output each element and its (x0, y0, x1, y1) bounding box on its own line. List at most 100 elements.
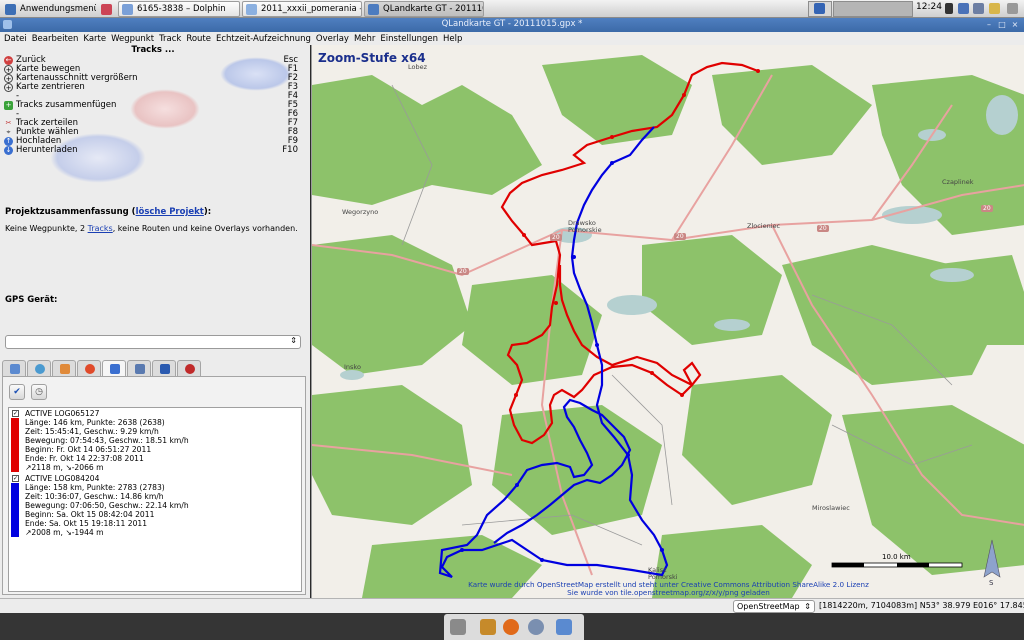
app-menu-label: Anwendungsmenü (20, 4, 96, 14)
tab-tracks[interactable] (102, 360, 126, 377)
project-text-start: Keine Wegpunkte, 2 (5, 224, 88, 233)
tab-live-log[interactable] (152, 360, 176, 376)
map-source-select[interactable]: OpenStreetMap ⇕ (733, 600, 815, 613)
menubar: Datei Bearbeiten Karte Wegpunkt Track Ro… (0, 32, 1024, 45)
close-button[interactable]: × (1010, 20, 1020, 30)
track-item[interactable]: ✓ ACTIVE LOG084204 Länge: 158 km, Punkte… (9, 474, 301, 538)
route-icon (135, 364, 145, 374)
search-icon[interactable] (528, 619, 544, 635)
upload-icon: ↑ (4, 137, 13, 146)
menu-bearbeiten[interactable]: Bearbeiten (32, 34, 79, 44)
center-map-icon: + (4, 83, 13, 92)
tab-routes[interactable] (127, 360, 151, 376)
map-view[interactable]: Zoom-Stufe x64 Lobez Wegorzyno Drawsko P… (311, 45, 1024, 598)
maximize-button[interactable]: □ (997, 20, 1007, 30)
cmd-download[interactable]: ↓ Herunterladen F10 (4, 145, 302, 155)
screen: Anwendungsmenü 6165-3838 – Dolphin 2011_… (0, 0, 1024, 640)
clipboard-icon[interactable] (989, 3, 1000, 14)
app-menu-icon (5, 3, 16, 15)
clock-icon: ◷ (35, 387, 43, 397)
gps-device-select[interactable]: ⇕ (5, 335, 301, 349)
app-menu-button[interactable]: Anwendungsmenü (2, 1, 96, 17)
track-length: Länge: 146 km, Punkte: 2638 (2638) (25, 418, 165, 427)
window-titlebar[interactable]: QLandkarte GT - 20111015.gpx * – □ × (0, 18, 1024, 32)
scale-label: 10.0 km (882, 553, 911, 561)
map-source-value: OpenStreetMap (737, 602, 800, 611)
combo-arrow-icon: ⇕ (290, 336, 297, 345)
qlandkarte-icon (368, 3, 379, 15)
task-dolphin[interactable]: 6165-3838 – Dolphin (118, 1, 240, 17)
track-item[interactable]: ✓ ACTIVE LOG065127 Länge: 146 km, Punkte… (9, 409, 301, 472)
minimize-button[interactable]: – (984, 20, 994, 30)
project-summary-text: Keine Wegpunkte, 2 Tracks, keine Routen … (5, 224, 298, 233)
tab-waypoints[interactable] (77, 360, 101, 376)
menu-karte[interactable]: Karte (83, 34, 106, 44)
project-title-end: ): (203, 207, 212, 217)
map-canvas (312, 55, 1024, 598)
menu-einstellungen[interactable]: Einstellungen (380, 34, 438, 44)
track-icon (110, 364, 120, 374)
menu-echtzeit[interactable]: Echtzeit-Aufzeichnung (216, 34, 311, 44)
menu-datei[interactable]: Datei (4, 34, 27, 44)
menu-mehr[interactable]: Mehr (354, 34, 375, 44)
cmd-label: Karte zentrieren (16, 82, 85, 92)
task-folder[interactable]: 2011_xxxii_pomerania – ... (242, 1, 362, 17)
place-label: Wegorzyno (342, 208, 379, 216)
tab-diary[interactable] (177, 360, 201, 376)
star-icon (85, 364, 95, 374)
show-desktop-button[interactable] (98, 1, 114, 17)
display-icon[interactable] (958, 3, 969, 14)
tab-overlay[interactable] (52, 360, 76, 376)
menu-overlay[interactable]: Overlay (316, 34, 349, 44)
notes-icon[interactable] (480, 619, 496, 635)
select-points-icon: ⌖ (6, 128, 11, 136)
task-qlandkarte[interactable]: QLandkarte GT - 201110... (364, 1, 484, 17)
tab-globe[interactable] (27, 360, 51, 376)
tab-maps[interactable] (2, 360, 26, 376)
back-arrow-icon: ← (4, 56, 13, 65)
scale-bar (831, 562, 963, 568)
cmd-combine-tracks[interactable]: + Tracks zusammenfügen F5 (4, 100, 302, 110)
show-desktop-icon (101, 3, 112, 15)
menu-route[interactable]: Route (186, 34, 211, 44)
place-label: Miroslawiec (812, 504, 850, 512)
road-label: 20 (817, 225, 829, 232)
track-list: ✓ ACTIVE LOG065127 Länge: 146 km, Punkte… (8, 407, 302, 592)
cmd-center-map[interactable]: + Karte zentrieren F3 (4, 82, 302, 92)
cmd-label: Tracks zusammenfügen (16, 100, 117, 110)
track-visible-checkbox[interactable]: ✓ (12, 475, 19, 482)
bluetooth-icon[interactable] (945, 3, 953, 14)
firefox-icon[interactable] (503, 619, 519, 635)
tracks-link[interactable]: Tracks (88, 224, 113, 233)
tracks-pane: ✔ ◷ ✓ ACTIVE LOG065127 Länge: 146 km, Pu… (2, 376, 306, 595)
place-label: Insko (344, 363, 361, 371)
folder-icon[interactable] (556, 619, 572, 635)
task-label: 6165-3838 – Dolphin (137, 4, 226, 14)
download-icon: ↓ (4, 146, 13, 155)
notification-icon[interactable] (1007, 3, 1018, 14)
menu-track[interactable]: Track (159, 34, 181, 44)
delete-project-link[interactable]: lösche Projekt (136, 207, 204, 217)
battery-icon[interactable] (973, 3, 984, 14)
road-label: 20 (550, 234, 562, 241)
combo-arrow-icon: ⇕ (804, 602, 811, 611)
cmd-key: F10 (282, 145, 298, 155)
menu-help[interactable]: Help (443, 34, 462, 44)
menu-wegpunkt[interactable]: Wegpunkt (111, 34, 154, 44)
zoom-region-icon: + (4, 74, 13, 83)
track-name: ACTIVE LOG065127 (25, 409, 100, 418)
track-filter-button[interactable]: ✔ (9, 384, 25, 400)
place-label: Zlocieniec (747, 222, 781, 230)
project-text-end: , keine Routen und keine Overlays vorhan… (112, 224, 298, 233)
track-length: Länge: 158 km, Punkte: 2783 (2783) (25, 483, 165, 492)
track-start: Beginn: Fr. Okt 14 06:51:27 2011 (25, 445, 152, 454)
track-elevation: ↗2118 m, ↘-2066 m (25, 463, 104, 472)
pager[interactable] (833, 1, 913, 17)
dolphin-icon (122, 3, 133, 15)
track-visible-checkbox[interactable]: ✓ (12, 410, 19, 417)
track-clock-button[interactable]: ◷ (31, 384, 47, 400)
left-panel: Tracks ... ← Zurück Esc + Karte bewegen … (0, 45, 310, 598)
clock[interactable]: 12:24 (916, 2, 942, 12)
gps-device-label: GPS Gerät: (5, 295, 58, 305)
terminal-icon[interactable] (450, 619, 466, 635)
